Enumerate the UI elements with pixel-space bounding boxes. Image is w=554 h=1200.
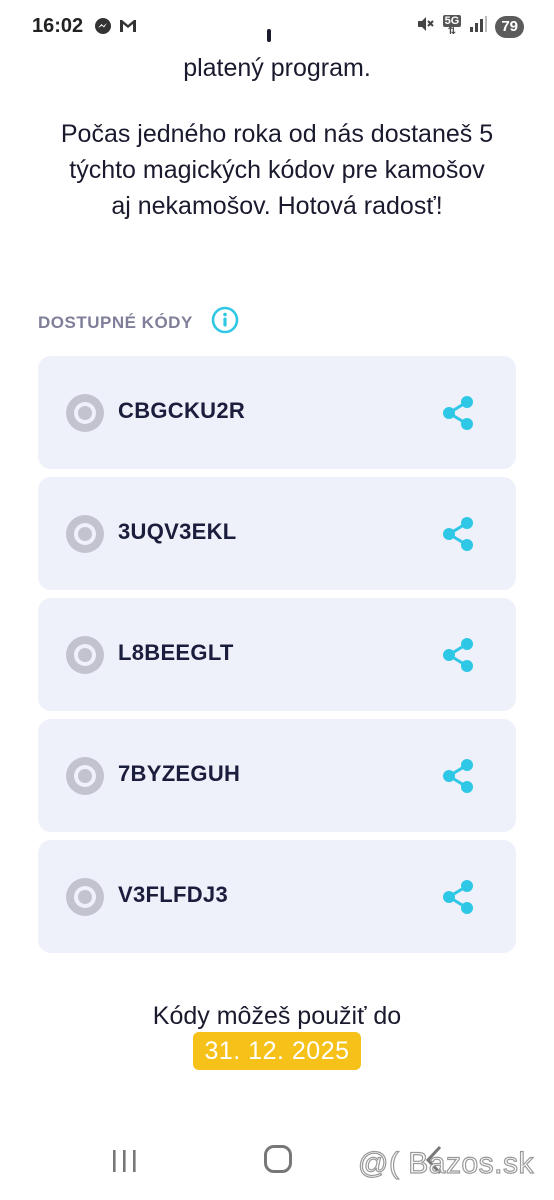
clipped-text-fragment	[267, 29, 271, 42]
status-bar: 16:02 5G ⇅ 79	[0, 0, 554, 56]
share-icon[interactable]	[440, 636, 478, 674]
code-card[interactable]: L8BEEGLT	[38, 598, 516, 711]
available-codes-header: DOSTUPNÉ KÓDY	[38, 306, 239, 339]
intro-line-1: platený program.	[183, 54, 371, 82]
code-value: V3FLFDJ3	[118, 882, 228, 907]
radio-icon[interactable]	[66, 515, 104, 553]
share-icon[interactable]	[440, 394, 478, 432]
code-value: L8BEEGLT	[118, 640, 234, 665]
intro-paragraph: Počas jedného roka od nás dostaneš 5 týc…	[0, 116, 554, 224]
status-right: 5G ⇅ 79	[415, 14, 524, 39]
mute-icon	[415, 14, 435, 39]
code-value: 7BYZEGUH	[118, 761, 241, 786]
signal-icon	[469, 15, 488, 38]
notification-icons	[94, 17, 138, 40]
battery-indicator: 79	[495, 15, 524, 38]
code-value: CBGCKU2R	[118, 398, 246, 423]
radio-icon[interactable]	[66, 394, 104, 432]
share-icon[interactable]	[440, 757, 478, 795]
expiry-date-badge: 31. 12. 2025	[193, 1032, 361, 1070]
intro-text: platený program. Počas jedného roka od n…	[0, 50, 554, 224]
network-icon: 5G ⇅	[442, 15, 462, 37]
code-value: 3UQV3EKL	[118, 519, 237, 544]
radio-icon[interactable]	[66, 878, 104, 916]
share-icon[interactable]	[440, 515, 478, 553]
gmail-icon	[118, 17, 138, 40]
watermark: @( Bazos.sk	[357, 1146, 534, 1180]
intro-para-line: aj nekamošov. Hotová radosť!	[111, 192, 443, 220]
share-icon[interactable]	[440, 878, 478, 916]
code-card[interactable]: 3UQV3EKL	[38, 477, 516, 590]
info-icon[interactable]	[211, 306, 239, 339]
home-icon[interactable]	[264, 1145, 292, 1173]
intro-para-line: týchto magických kódov pre kamošov	[69, 156, 485, 184]
recents-icon[interactable]	[110, 1148, 140, 1179]
radio-icon[interactable]	[66, 636, 104, 674]
expiry-text: Kódy môžeš použiť do	[152, 1002, 402, 1030]
section-title: DOSTUPNÉ KÓDY	[38, 312, 193, 332]
status-time: 16:02	[32, 15, 84, 37]
code-card[interactable]: 7BYZEGUH	[38, 719, 516, 832]
intro-para-line: Počas jedného roka od nás dostaneš 5	[60, 120, 494, 148]
code-card[interactable]: CBGCKU2R	[38, 356, 516, 469]
code-card[interactable]: V3FLFDJ3	[38, 840, 516, 953]
codes-list: CBGCKU2R 3UQV3EKL L8BEEGLT 7BYZEGUH V3FL…	[38, 356, 516, 961]
radio-icon[interactable]	[66, 757, 104, 795]
messenger-icon	[94, 17, 112, 40]
